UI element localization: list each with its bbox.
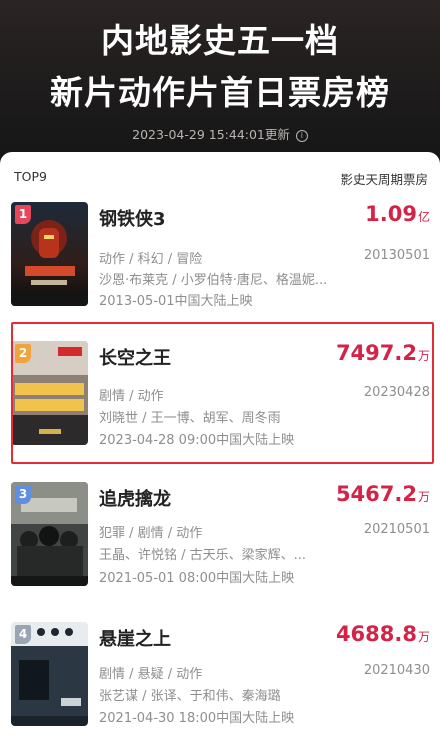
- movie-title[interactable]: 悬崖之上: [99, 625, 171, 651]
- box-office-number: 4688.8: [335, 622, 417, 646]
- movie-item-3[interactable]: 3 追虎擒龙 5467.2万 犯罪 / 剧情 / 动作 20210501 王晶、…: [0, 482, 440, 602]
- box-office-unit: 亿: [417, 210, 430, 224]
- release-date: 2013-05-01中国大陆上映: [99, 294, 253, 309]
- movie-cast: 张艺谋 / 张译、于和伟、秦海璐: [99, 689, 281, 704]
- box-office-number: 5467.2: [335, 482, 417, 506]
- box-office-value: 5467.2万: [336, 482, 430, 506]
- movie-genres: 剧情 / 悬疑 / 动作: [99, 667, 203, 682]
- header-banner: 内地影史五一档 新片动作片首日票房榜 2023-04-29 15:44:01更新…: [0, 0, 440, 160]
- movie-poster: 3: [11, 482, 88, 586]
- box-office-value: 1.09亿: [365, 202, 430, 226]
- rank-badge: 3: [15, 485, 31, 504]
- release-code: 20210430: [363, 663, 430, 678]
- info-icon[interactable]: i: [295, 129, 308, 142]
- release-code: 20130501: [363, 248, 430, 263]
- box-office-number: 1.09: [365, 202, 417, 226]
- page-subtitle: 新片动作片首日票房榜: [50, 73, 390, 112]
- movie-genres: 动作 / 科幻 / 冒险: [99, 252, 203, 267]
- movie-title[interactable]: 追虎擒龙: [99, 485, 171, 511]
- release-date: 2021-04-30 18:00中国大陆上映: [99, 711, 295, 726]
- highlight-frame: [11, 322, 434, 464]
- page-title: 内地影史五一档: [101, 21, 339, 60]
- movie-poster: 4: [11, 622, 88, 726]
- movie-poster: 1: [11, 202, 88, 306]
- movie-genres: 犯罪 / 剧情 / 动作: [99, 526, 203, 541]
- movie-item-1[interactable]: 1 钢铁侠3 1.09亿 动作 / 科幻 / 冒险 20130501 沙恩·布莱…: [0, 202, 440, 322]
- box-office-value: 4688.8万: [336, 622, 430, 646]
- update-time-text: 2023-04-29 15:44:01更新: [132, 127, 290, 142]
- release-code: 20210501: [363, 522, 430, 537]
- movie-item-4[interactable]: 4 悬崖之上 4688.8万 剧情 / 悬疑 / 动作 20210430 张艺谋…: [0, 622, 440, 742]
- movie-cast: 沙恩·布莱克 / 小罗伯特·唐尼、格温妮...: [99, 273, 328, 288]
- release-date: 2021-05-01 08:00中国大陆上映: [99, 571, 295, 586]
- box-office-unit: 万: [417, 490, 430, 504]
- update-time: 2023-04-29 15:44:01更新 i: [0, 124, 440, 143]
- movie-cast: 王晶、许悦铭 / 古天乐、梁家辉、...: [99, 548, 307, 563]
- list-label-gross[interactable]: 影史天周期票房: [340, 169, 428, 188]
- list-label-top: TOP9: [14, 169, 47, 184]
- box-office-unit: 万: [417, 630, 430, 644]
- rank-badge: 4: [15, 625, 31, 644]
- rank-badge: 1: [15, 205, 31, 224]
- movie-title[interactable]: 钢铁侠3: [99, 205, 166, 231]
